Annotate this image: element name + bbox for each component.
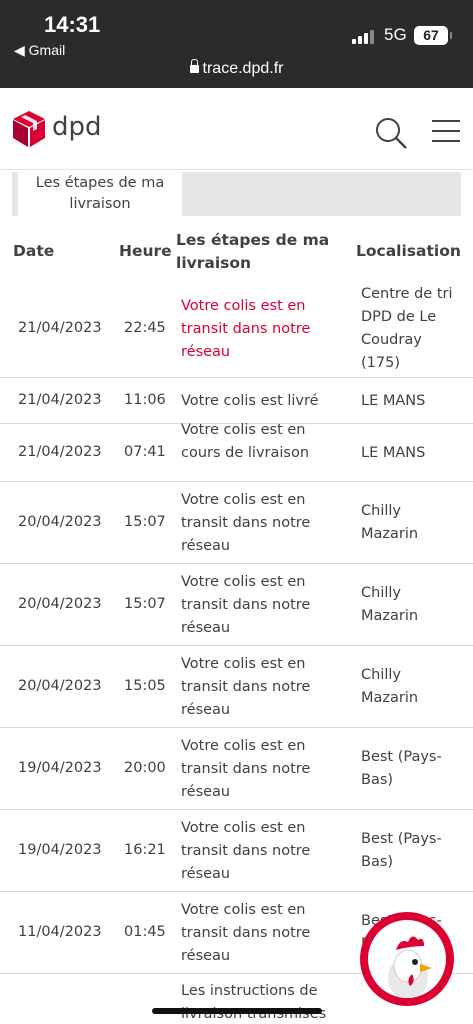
tracking-table: Date Heure Les étapes de ma livraison Lo… [0,224,473,1024]
cell-time: 15:05 [124,678,166,694]
cell-time: 01:45 [124,924,166,940]
cell-step: Votre colis est en transit dans notre ré… [181,901,311,964]
hamburger-menu-icon[interactable] [432,120,460,142]
chatbot-avatar-icon [368,920,446,998]
logo-text[interactable]: dpd [52,112,102,142]
table-row: 19/04/2023 20:00 Votre colis est en transi… [0,728,473,810]
signal-strength-icon [352,30,376,44]
cell-time: 11:06 [124,392,166,408]
tab-delivery-steps[interactable]: Les étapes de ma livraison [12,172,182,216]
clock: 14:31 [44,12,101,37]
ios-status-bar: 14:31 ◀ Gmail 5G 67 trace.dpd.fr [0,0,473,88]
table-row: 20/04/2023 15:07 Votre colis est en transi… [0,564,473,646]
cell-date: 20/04/2023 [18,678,102,694]
cell-date: 21/04/2023 [18,444,102,460]
table-row: 21/04/2023 07:41 Votre colis est en cours … [0,422,473,482]
back-to-gmail-link[interactable]: ◀ Gmail [14,42,65,59]
cell-location: Chilly Mazarin [361,503,419,542]
cell-date: 20/04/2023 [18,514,102,530]
table-row: 21/04/2023 22:45 Votre colis est en transi… [0,280,473,378]
cell-date: 11/04/2023 [18,924,102,940]
cell-step: Votre colis est livré [181,392,319,409]
cell-location: LE MANS [361,392,426,409]
cell-date: 20/04/2023 [18,596,102,612]
cell-date: 21/04/2023 [18,392,102,408]
cell-step: Votre colis est en transit dans notre ré… [181,819,311,882]
table-row: 20/04/2023 15:07 Votre colis est en transi… [0,482,473,564]
cell-location: Chilly Mazarin [361,667,419,706]
table-row: 20/04/2023 15:05 Votre colis est en transi… [0,646,473,728]
cell-location: Best (Pays-Bas) [361,749,442,788]
cell-time: 20:00 [124,760,166,776]
column-header-step: Les étapes de ma livraison [176,231,330,272]
chat-assistant-button[interactable] [360,912,454,1006]
dpd-cube-logo[interactable] [12,110,46,152]
cell-date: 19/04/2023 [18,760,102,776]
network-type: 5G [384,25,407,44]
column-header-time: Heure [119,242,172,260]
url-text: trace.dpd.fr [202,60,284,77]
site-header: dpd [0,88,473,170]
table-header: Date Heure Les étapes de ma livraison Lo… [0,224,473,280]
cell-date: 21/04/2023 [18,320,102,336]
cell-date: 19/04/2023 [18,842,102,858]
cell-step: Votre colis est en cours de livraison [181,421,310,461]
column-header-date: Date [13,242,55,260]
column-header-location: Localisation [356,242,461,260]
search-icon[interactable] [374,116,408,150]
cell-location: LE MANS [361,444,426,461]
cell-time: 07:41 [124,444,166,460]
table-row: 21/04/2023 11:06 Votre colis est livré LE M… [0,378,473,424]
table-row: 19/04/2023 16:21 Votre colis est en transi… [0,810,473,892]
battery-icon: 67 [414,26,452,45]
cell-location: Centre de tri DPD de Le Coudray (175) [361,286,453,371]
cell-step: Votre colis est en transit dans notre ré… [181,297,311,360]
cell-step: Les instructions de livraison transmises [181,983,327,1022]
cell-step: Votre colis est en transit dans notre ré… [181,573,311,636]
home-indicator [152,1008,322,1014]
cell-location: Best (Pays-Bas) [361,831,442,870]
cell-time: 22:45 [124,320,166,336]
cell-time: 15:07 [124,514,166,530]
tab-bar: Les étapes de ma livraison [12,172,461,216]
lock-icon [189,59,199,73]
cell-step: Votre colis est en transit dans notre ré… [181,737,311,800]
cell-step: Votre colis est en transit dans notre ré… [181,491,311,554]
cell-time: 16:21 [124,842,166,858]
address-bar[interactable]: trace.dpd.fr [0,59,473,78]
cell-step: Votre colis est en transit dans notre ré… [181,655,311,718]
cell-location: Chilly Mazarin [361,585,419,624]
cell-time: 15:07 [124,596,166,612]
